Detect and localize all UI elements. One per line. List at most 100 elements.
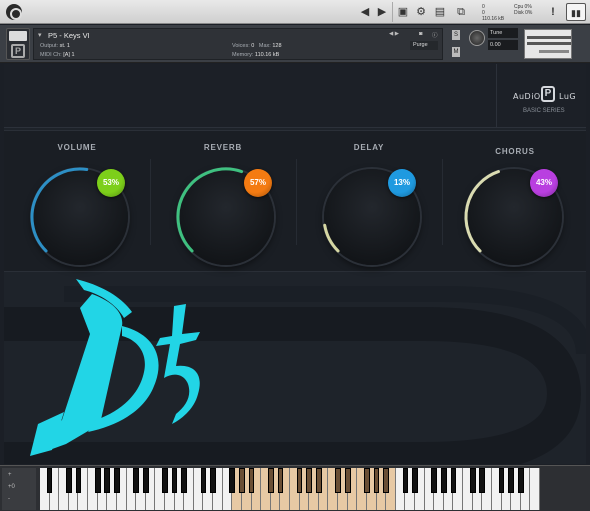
black-key[interactable] bbox=[142, 468, 149, 493]
black-key[interactable] bbox=[383, 468, 390, 493]
black-key[interactable] bbox=[181, 468, 188, 493]
instrument-body: AuDiO P LuG BASIC SERIES VOLUME 53% REVE… bbox=[4, 64, 586, 464]
black-key[interactable] bbox=[335, 468, 341, 493]
knob-level-arc bbox=[464, 170, 500, 253]
knob-level-arc bbox=[176, 167, 244, 253]
output-field[interactable]: Output: st. 1 bbox=[40, 43, 70, 49]
solo-button[interactable]: S bbox=[452, 30, 460, 40]
save-icon[interactable]: ▣ bbox=[394, 3, 412, 21]
tune-value[interactable]: 0.00 bbox=[488, 40, 518, 50]
voices-memory-stats: 0 0 110.16 kB bbox=[482, 4, 505, 22]
octave-value: +0 bbox=[8, 484, 15, 490]
black-key[interactable] bbox=[364, 468, 370, 493]
gear-icon[interactable]: ⚙ bbox=[412, 3, 430, 21]
expand-icon[interactable]: ⧉ bbox=[452, 3, 470, 21]
black-key[interactable] bbox=[469, 468, 476, 493]
black-key[interactable] bbox=[210, 468, 216, 493]
black-key[interactable] bbox=[479, 468, 486, 493]
host-toolbar: ◀ ▶ ▣ ⚙ ▤ ⧉ 0 0 110.16 kB Cpu 0% Disk 0%… bbox=[0, 0, 590, 24]
knob-level-arc bbox=[323, 223, 340, 253]
chorus-value-badge: 43% bbox=[530, 169, 558, 197]
info-icon[interactable]: ⓘ bbox=[432, 31, 438, 39]
delay-value-badge: 13% bbox=[388, 169, 416, 197]
voices-field: Voices: 0 Max: 128 bbox=[232, 43, 282, 49]
panel-icon[interactable]: ▮▮ bbox=[566, 3, 586, 21]
warning-icon[interactable]: ! bbox=[544, 3, 562, 21]
black-key[interactable] bbox=[412, 468, 418, 493]
black-key[interactable] bbox=[114, 468, 120, 493]
nav-arrows-icon[interactable]: ◀ ▶ bbox=[389, 31, 399, 37]
level-meter bbox=[524, 29, 572, 59]
p5-logo-area bbox=[4, 274, 586, 464]
black-key[interactable] bbox=[65, 468, 72, 493]
p5-logo bbox=[4, 279, 586, 464]
fx-reverb: REVERB 57% bbox=[150, 131, 296, 273]
keyboard-octave-controls[interactable]: + +0 - bbox=[2, 468, 36, 510]
black-key[interactable] bbox=[248, 468, 255, 493]
brand-title-left: AuDiO bbox=[513, 92, 541, 101]
black-key[interactable] bbox=[171, 468, 178, 493]
collapse-arrow-icon[interactable]: ▾ bbox=[38, 31, 42, 39]
brand-title-right: LuG bbox=[559, 92, 577, 101]
black-key[interactable] bbox=[267, 468, 274, 493]
black-key[interactable] bbox=[296, 468, 303, 493]
octave-down[interactable]: - bbox=[8, 496, 10, 502]
black-key[interactable] bbox=[440, 468, 447, 493]
brand-p-logo: P bbox=[541, 86, 555, 102]
black-key[interactable] bbox=[315, 468, 322, 493]
tune-label: Tune bbox=[488, 28, 518, 38]
effects-panel: VOLUME 53% REVERB 57% DELAY 13% CHORUS 4… bbox=[4, 130, 586, 272]
fx-delay: DELAY 13% bbox=[296, 131, 442, 273]
black-key[interactable] bbox=[46, 468, 53, 493]
keyboard-area: + +0 - bbox=[0, 465, 590, 511]
instrument-name[interactable]: P5 - Keys VI bbox=[48, 31, 90, 40]
view-icon[interactable]: ▤ bbox=[431, 3, 449, 21]
black-key[interactable] bbox=[104, 468, 111, 493]
black-key[interactable] bbox=[450, 468, 457, 493]
camera-icon[interactable]: ◙ bbox=[419, 31, 422, 37]
tune-knob[interactable] bbox=[469, 30, 485, 46]
fx-label-reverb: REVERB bbox=[203, 143, 243, 152]
black-key[interactable] bbox=[306, 468, 313, 493]
kontakt-logo-icon[interactable] bbox=[6, 4, 22, 20]
brand-subtitle: BASIC SERIES bbox=[523, 108, 565, 114]
fx-label-volume: VOLUME bbox=[57, 143, 97, 152]
mute-button[interactable]: M bbox=[452, 47, 460, 57]
next-arrow-icon[interactable]: ▶ bbox=[373, 3, 391, 21]
reverb-value-badge: 57% bbox=[244, 169, 272, 197]
black-key[interactable] bbox=[498, 468, 505, 493]
fx-chorus: CHORUS 43% bbox=[442, 131, 586, 273]
black-key[interactable] bbox=[277, 468, 284, 493]
black-key[interactable] bbox=[373, 468, 380, 493]
prev-arrow-icon[interactable]: ◀ bbox=[356, 3, 374, 21]
black-key[interactable] bbox=[517, 468, 524, 493]
black-key[interactable] bbox=[508, 468, 515, 493]
piano-keyboard[interactable] bbox=[40, 468, 540, 510]
black-key[interactable] bbox=[431, 468, 438, 493]
fx-label-chorus: CHORUS bbox=[495, 147, 535, 156]
keyboard-right-panel bbox=[542, 468, 588, 510]
midi-channel-field[interactable]: MIDI Ch: [A] 1 bbox=[40, 52, 75, 58]
black-key[interactable] bbox=[344, 468, 351, 493]
instrument-icon[interactable]: P bbox=[6, 28, 30, 60]
black-key[interactable] bbox=[162, 468, 168, 493]
purge-dropdown[interactable]: Purge bbox=[410, 41, 438, 50]
black-key[interactable] bbox=[239, 468, 245, 493]
fx-volume: VOLUME 53% bbox=[4, 131, 150, 273]
black-key[interactable] bbox=[229, 468, 236, 493]
instrument-info-panel: ▾ P5 - Keys VI Output: st. 1 MIDI Ch: [A… bbox=[33, 28, 443, 60]
volume-value-badge: 53% bbox=[97, 169, 125, 197]
brand-strip: AuDiO P LuG BASIC SERIES bbox=[4, 64, 586, 128]
black-key[interactable] bbox=[75, 468, 82, 493]
black-key[interactable] bbox=[133, 468, 140, 493]
black-key[interactable] bbox=[94, 468, 101, 493]
cpu-disk-stats: Cpu 0% Disk 0% bbox=[514, 4, 533, 16]
white-key[interactable] bbox=[530, 468, 540, 510]
brand-box: AuDiO P LuG BASIC SERIES bbox=[496, 64, 586, 128]
fx-label-delay: DELAY bbox=[353, 143, 385, 152]
black-key[interactable] bbox=[200, 468, 207, 493]
octave-up[interactable]: + bbox=[8, 472, 12, 478]
black-key[interactable] bbox=[402, 468, 409, 493]
knob-level-arc bbox=[30, 167, 89, 253]
memory-field: Memory: 110.16 kB bbox=[232, 52, 280, 58]
